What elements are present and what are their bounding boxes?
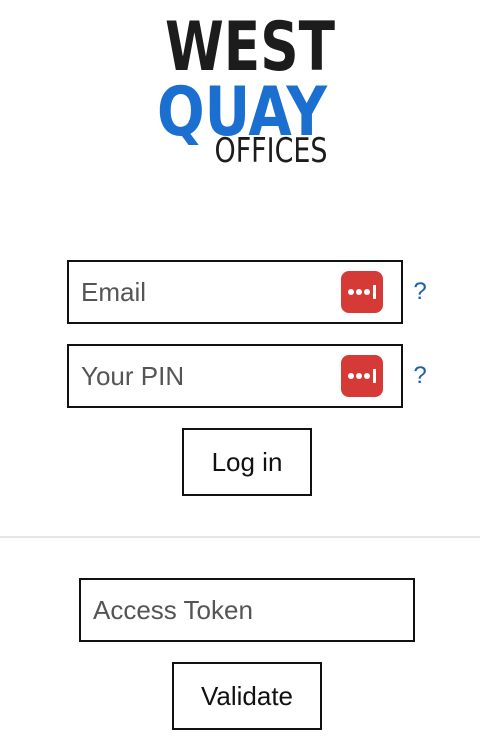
pin-placeholder: Your PIN	[81, 360, 185, 391]
email-help-link[interactable]: ?	[410, 278, 430, 306]
pin-field[interactable]: Your PIN	[67, 344, 403, 408]
login-button[interactable]: Log in	[182, 428, 312, 496]
validate-button[interactable]: Validate	[172, 662, 322, 730]
access-token-placeholder: Access Token	[93, 594, 253, 625]
logo-line-offices: OFFICES	[215, 131, 328, 168]
section-divider	[0, 536, 480, 538]
lastpass-icon[interactable]	[341, 355, 383, 397]
lastpass-icon[interactable]	[341, 271, 383, 313]
email-placeholder: Email	[81, 276, 147, 307]
brand-logo: WEST QUAY OFFICES	[150, 8, 350, 168]
email-field[interactable]: Email	[67, 260, 403, 324]
access-token-field[interactable]: Access Token	[79, 578, 415, 642]
pin-help-link[interactable]: ?	[410, 362, 430, 390]
